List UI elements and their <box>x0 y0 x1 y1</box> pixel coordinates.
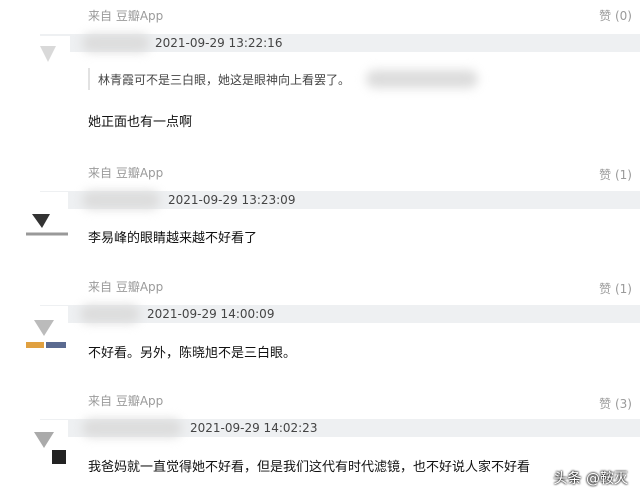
username-redacted <box>82 419 182 437</box>
comment-source: 来自 豆瓣App <box>88 9 164 23</box>
like-button[interactable]: 赞 (0) <box>599 7 632 24</box>
username-redacted <box>80 305 140 323</box>
quote-author-redacted <box>366 70 478 88</box>
comment-source: 来自 豆瓣App <box>88 166 164 180</box>
watermark: 头条 @鞍灭 <box>553 471 628 487</box>
comment-timestamp: 2021-09-29 13:22:16 <box>155 36 283 50</box>
like-button[interactable]: 赞 (1) <box>599 166 632 183</box>
comment-text: 她正面也有一点啊 <box>88 115 193 130</box>
quoted-text: 林青霞可不是三白眼，她这是眼神向上看罢了。 <box>98 73 351 87</box>
comment-timestamp: 2021-09-29 14:00:09 <box>147 307 275 321</box>
comment-text: 我爸妈就一直觉得她不好看，但是我们这代有时代滤镜，也不好说人家不好看 <box>88 460 531 475</box>
quoted-reply: 林青霞可不是三白眼，她这是眼神向上看罢了。 <box>88 68 610 90</box>
comment-text: 不好看。另外，陈晓旭不是三白眼。 <box>88 346 297 361</box>
comment-timestamp: 2021-09-29 14:02:23 <box>190 421 318 435</box>
comment-text: 李易峰的眼睛越来越不好看了 <box>88 231 258 246</box>
username-redacted <box>82 34 150 52</box>
avatar <box>24 192 68 236</box>
username-redacted <box>82 191 160 209</box>
comment-timestamp: 2021-09-29 13:23:09 <box>168 193 296 207</box>
avatar <box>26 36 70 80</box>
avatar <box>24 306 68 350</box>
comment-source: 来自 豆瓣App <box>88 394 164 408</box>
comment-source: 来自 豆瓣App <box>88 280 164 294</box>
like-button[interactable]: 赞 (3) <box>599 395 632 412</box>
like-button[interactable]: 赞 (1) <box>599 280 632 297</box>
avatar <box>24 420 68 464</box>
